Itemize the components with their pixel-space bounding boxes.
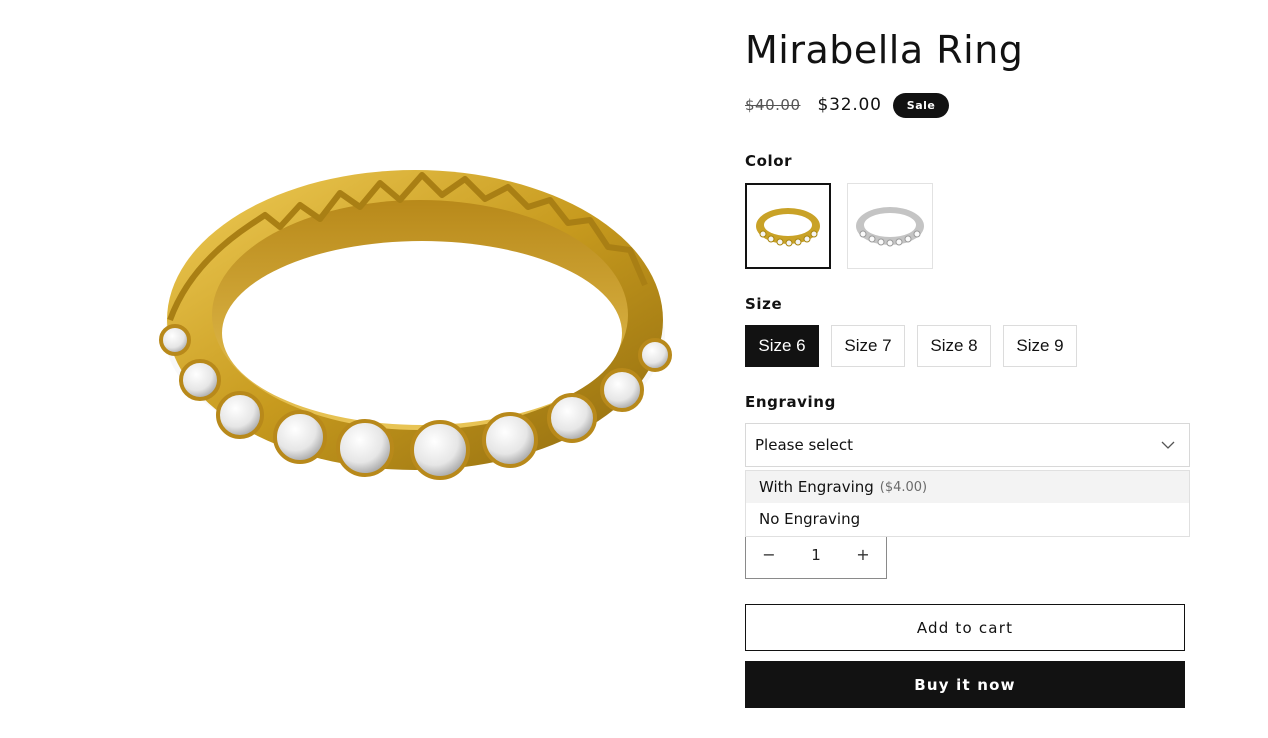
size-option-6[interactable]: Size 6 bbox=[745, 325, 819, 367]
size-label: Size bbox=[745, 295, 783, 313]
color-label: Color bbox=[745, 152, 793, 170]
quantity-input[interactable]: 1 bbox=[792, 546, 840, 564]
ring-image bbox=[159, 170, 672, 480]
quantity-decrease-button[interactable]: − bbox=[746, 532, 792, 578]
engraving-label: Engraving bbox=[745, 393, 836, 411]
silver-ring-thumbnail bbox=[856, 207, 924, 247]
engraving-select[interactable]: Please select bbox=[745, 423, 1190, 467]
product-media bbox=[0, 0, 700, 738]
option-label: With Engraving bbox=[759, 478, 874, 496]
engraving-option-with[interactable]: With Engraving ($4.00) bbox=[746, 471, 1189, 503]
color-swatch-silver[interactable] bbox=[847, 183, 933, 269]
gold-ring-thumbnail bbox=[756, 208, 820, 247]
size-option-9[interactable]: Size 9 bbox=[1003, 325, 1077, 367]
buy-it-now-button[interactable]: Buy it now bbox=[745, 661, 1185, 708]
add-to-cart-button[interactable]: Add to cart bbox=[745, 604, 1185, 651]
regular-price: $40.00 bbox=[745, 96, 801, 114]
chevron-down-icon bbox=[1161, 441, 1175, 449]
sale-badge: Sale bbox=[892, 92, 950, 118]
engraving-dropdown-list: With Engraving ($4.00) No Engraving bbox=[745, 470, 1190, 537]
color-swatch-gold[interactable] bbox=[745, 183, 831, 269]
option-label: No Engraving bbox=[759, 510, 861, 528]
option-price: ($4.00) bbox=[879, 479, 928, 495]
size-option-7[interactable]: Size 7 bbox=[831, 325, 905, 367]
product-title: Mirabella Ring bbox=[745, 28, 1024, 72]
price-row: $40.00 $32.00 Sale bbox=[745, 92, 950, 118]
quantity-stepper: − 1 + bbox=[745, 531, 887, 579]
size-option-8[interactable]: Size 8 bbox=[917, 325, 991, 367]
engraving-select-value: Please select bbox=[755, 436, 854, 454]
engraving-option-none[interactable]: No Engraving bbox=[746, 503, 1189, 535]
quantity-increase-button[interactable]: + bbox=[840, 532, 886, 578]
sale-price: $32.00 bbox=[817, 95, 882, 115]
